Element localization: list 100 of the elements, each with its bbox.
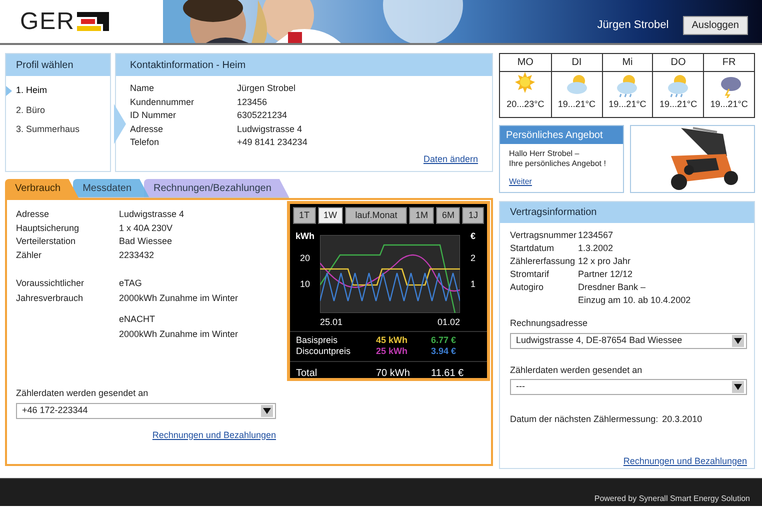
axis-tick: 10 xyxy=(300,278,310,291)
field-label: Autogiro xyxy=(510,281,545,294)
field-value: Einzug am 10. ab 10.4.2002 xyxy=(578,294,692,307)
temperature: 19...21°C xyxy=(659,98,698,111)
legend-label: Basispreis xyxy=(296,335,339,346)
panel-title: Profil wählen xyxy=(6,54,110,76)
edit-data-link[interactable]: Daten ändern xyxy=(423,152,478,166)
legend-value: 25 kWh xyxy=(376,346,409,357)
period-tab[interactable]: 6M xyxy=(436,207,460,224)
field-value: eTAG xyxy=(119,277,143,290)
dropdown-arrow-icon xyxy=(261,404,273,416)
panel-title: Kontaktinformation - Heim xyxy=(116,54,492,76)
field-value: 2000kWh Zunahme im Winter xyxy=(119,328,240,341)
field-value: 6305221234 xyxy=(237,109,288,122)
field-label: Adresse xyxy=(130,122,164,136)
weekday: DI xyxy=(552,54,602,72)
weekday: DO xyxy=(653,54,704,72)
field-value: Partner 12/12 xyxy=(578,268,634,281)
weekday: Mi xyxy=(602,54,652,72)
total-value: 11.61 € xyxy=(431,367,465,381)
total-label: Total xyxy=(296,367,318,381)
period-tab[interactable]: lauf.Monat xyxy=(345,207,408,224)
axis-tick: 25.01 xyxy=(320,316,343,329)
field-label: Vertragsnummer xyxy=(510,229,578,242)
profile-item[interactable]: 1. Heim xyxy=(16,84,48,98)
field-value: Ludwigstrasse 4 xyxy=(119,208,186,221)
footer-text: Powered by Synerall Smart Energy Solution xyxy=(594,493,750,505)
period-tab[interactable]: 1T xyxy=(293,207,316,224)
total-value: 70 kWh xyxy=(376,367,411,381)
field-value: +49 8141 234234 xyxy=(237,136,308,149)
field-label: Zählererfassung xyxy=(510,255,576,268)
field-label: ID Nummer xyxy=(130,109,178,122)
dropdown-arrow-icon xyxy=(732,334,744,346)
period-tab[interactable]: 1J xyxy=(462,207,484,224)
weather-icon xyxy=(615,72,640,98)
field-label: Telefon xyxy=(130,136,160,149)
weekday: FR xyxy=(704,54,754,72)
field-value: 1234567 xyxy=(578,229,614,242)
field-value: Dresdner Bank – xyxy=(578,281,647,294)
dropdown-field[interactable]: Ludwigstrasse 4, DE-87654 Bad Wiessee xyxy=(510,332,747,348)
panel-title: Persönliches Angebot xyxy=(500,126,623,144)
profile-item[interactable]: 2. Büro xyxy=(16,104,46,117)
field-label: Jahresverbrauch xyxy=(16,292,84,305)
field-value: eNACHT xyxy=(119,313,156,326)
field-label: Adresse xyxy=(16,208,50,221)
field-label: Zählerdaten werden gesendet an xyxy=(16,387,150,400)
field-label: Voraussichtlicher xyxy=(16,277,86,290)
tab[interactable]: Messdaten xyxy=(72,179,150,198)
weather-icon xyxy=(666,72,690,98)
tab[interactable]: Verbrauch xyxy=(5,179,79,198)
field-label: Verteilerstation xyxy=(16,235,77,248)
bills-link[interactable]: Rechnungen und Bezahlungen xyxy=(152,428,276,442)
field-label: Zählerdaten werden gesendet an xyxy=(510,364,644,377)
temperature: 19...21°C xyxy=(558,98,596,111)
bills-link[interactable]: Rechnungen und Bezahlungen xyxy=(623,454,747,468)
field-value: 20.3.2010 xyxy=(662,413,702,426)
panel-title: Vertragsinformation xyxy=(500,202,754,223)
dropdown-field[interactable]: +46 172-223344 xyxy=(16,402,276,418)
field-value: 2233432 xyxy=(119,248,156,262)
logo-text: GER xyxy=(20,6,76,36)
legend-label: Discountpreis xyxy=(296,346,352,357)
field-value: 2000kWh Zunahme im Winter xyxy=(119,292,240,305)
profile-item[interactable]: 3. Summerhaus xyxy=(16,123,80,136)
field-value: Jürgen Strobel xyxy=(237,82,297,95)
field-label: Kundennummer xyxy=(130,96,196,108)
axis-unit: € xyxy=(470,230,476,243)
field-value: 123456 xyxy=(237,96,268,108)
field-label: Rechnungsadresse xyxy=(510,317,589,330)
field-label: Startdatum xyxy=(510,242,556,255)
axis-tick: 2 xyxy=(470,252,476,264)
period-tab[interactable]: 1W xyxy=(318,207,344,224)
weekday: MO xyxy=(500,54,551,72)
field-value: 12 x pro Jahr xyxy=(578,255,632,268)
field-label: Datum der nächsten Zählermessung: xyxy=(510,413,658,426)
field-value: 1 x 40A 230V xyxy=(119,222,174,234)
axis-unit: kWh xyxy=(296,230,314,243)
axis-tick: 1 xyxy=(470,278,476,291)
logout-button[interactable]: Ausloggen xyxy=(682,16,748,35)
field-label: Zähler xyxy=(16,248,43,262)
temperature: 19...21°C xyxy=(710,98,748,111)
axis-tick: 20 xyxy=(300,252,310,264)
temperature: 19...21°C xyxy=(608,98,646,111)
legend-value: 6.77 € xyxy=(431,335,458,346)
field-label: Stromtarif xyxy=(510,268,550,281)
field-label: Name xyxy=(130,82,156,95)
field-value: Bad Wiessee xyxy=(119,235,174,248)
more-link[interactable]: Weiter xyxy=(509,177,623,187)
dropdown-field[interactable]: --- xyxy=(510,379,747,395)
axis-tick: 01.02 xyxy=(437,316,460,329)
temperature: 20...23°C xyxy=(506,98,544,111)
tab[interactable]: Rechnungen/Bezahlungen xyxy=(144,179,290,198)
dropdown-arrow-icon xyxy=(732,381,744,393)
period-tab[interactable]: 1M xyxy=(409,207,434,224)
legend-value: 3.94 € xyxy=(431,346,458,357)
legend-value: 45 kWh xyxy=(376,335,409,346)
greeting-text: Hallo Herr Strobel – Ihre persönliches Angebot ! xyxy=(509,149,607,169)
field-value: 1.3.2002 xyxy=(578,242,614,255)
user-name: Jürgen Strobel xyxy=(597,18,669,34)
field-value: Ludwigstrasse 4 xyxy=(237,122,304,136)
pointer-arrow-icon xyxy=(114,104,126,144)
